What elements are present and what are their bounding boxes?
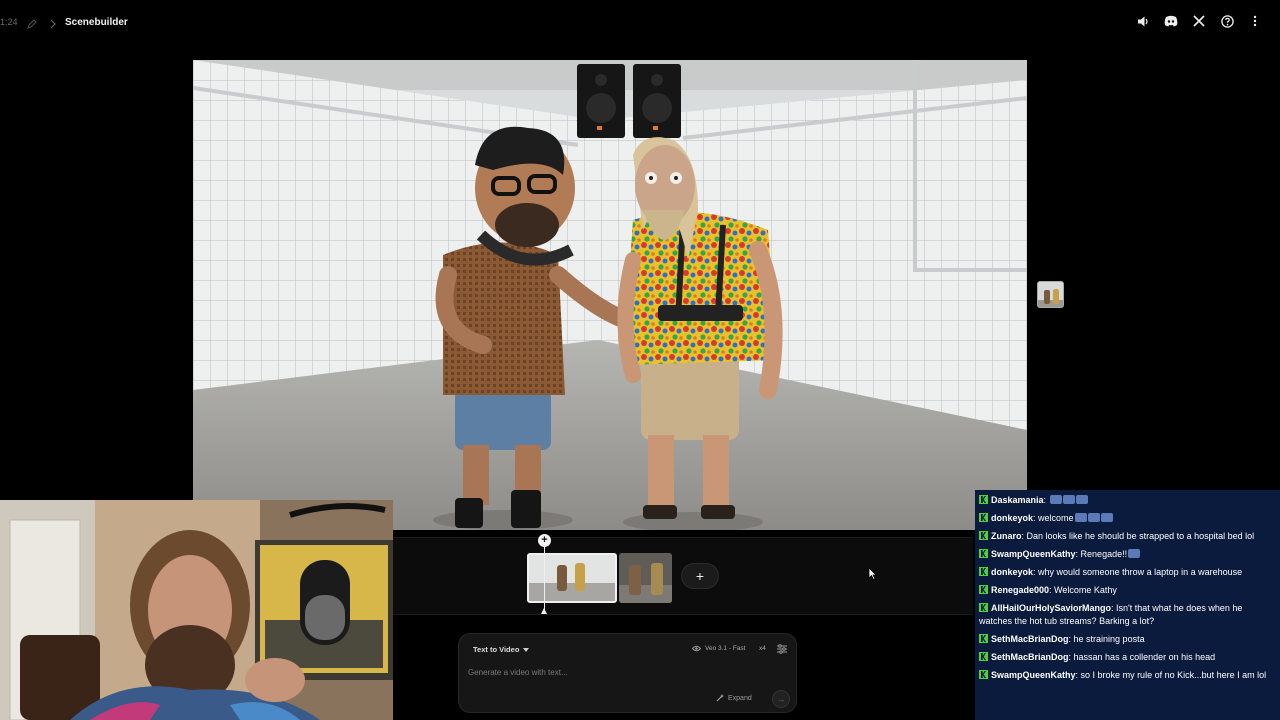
chat-username[interactable]: donkeyok: [991, 567, 1033, 577]
chat-message: SwampQueenKathy: Renegade!!: [979, 548, 1274, 561]
emote-icon: [1100, 513, 1113, 522]
chat-text: so I broke my rule of no Kick...but here…: [1080, 670, 1267, 680]
edit-pencil-icon[interactable]: [27, 16, 37, 29]
mode-dropdown[interactable]: Text to Video: [473, 645, 530, 654]
chat-text: why would someone throw a laptop in a wa…: [1038, 567, 1243, 577]
chat-message: Zunaro: Dan looks like he should be stra…: [979, 530, 1274, 543]
kick-badge-icon: [979, 652, 988, 661]
mouse-cursor-icon: [868, 567, 877, 580]
chat-text: welcome: [1038, 513, 1074, 523]
breadcrumb-time: 1:24: [0, 17, 18, 27]
settings-sliders-icon[interactable]: [777, 644, 787, 654]
expand-label: Expand: [728, 694, 752, 702]
chat-message: donkeyok: welcome: [979, 512, 1274, 525]
chat-message: SwampQueenKathy: so I broke my rule of n…: [979, 669, 1274, 682]
chat-message: Renegade000: Welcome Kathy: [979, 584, 1274, 597]
kick-badge-icon: [979, 567, 988, 576]
kick-badge-icon: [979, 603, 988, 612]
model-icon: [692, 645, 701, 652]
model-label: Veo 3.1 - Fast: [705, 645, 746, 652]
chat-message: AllHailOurHolySaviorMango: Isn't that wh…: [979, 602, 1274, 628]
mode-label: Text to Video: [473, 645, 520, 654]
emote-icon: [1049, 495, 1062, 504]
playhead-marker: [541, 608, 547, 614]
speaker-icon[interactable]: [1136, 14, 1150, 28]
chat-separator: :: [1043, 495, 1049, 505]
kick-badge-icon: [979, 549, 988, 558]
kick-badge-icon: [979, 513, 988, 522]
chat-message: donkeyok: why would someone throw a lapt…: [979, 566, 1274, 579]
timeline-clip-selected[interactable]: [527, 553, 617, 603]
chat-username[interactable]: SethMacBrianDog: [991, 634, 1069, 644]
chat-message-list: Daskamania: donkeyok: welcome Zunaro: Dan…: [979, 494, 1274, 682]
chat-username[interactable]: SethMacBrianDog: [991, 652, 1069, 662]
chat-message: SethMacBrianDog: hassan has a collender …: [979, 651, 1274, 664]
expand-button[interactable]: Expand: [716, 694, 752, 702]
x-icon[interactable]: [1192, 14, 1206, 28]
chat-text: he straining posta: [1073, 634, 1145, 644]
emote-icon: [1074, 513, 1087, 522]
playhead-add-button[interactable]: +: [538, 534, 551, 547]
more-icon[interactable]: [1248, 14, 1262, 28]
kick-badge-icon: [979, 585, 988, 594]
emote-icon: [1075, 495, 1088, 504]
chat-overlay: Daskamania: donkeyok: welcome Zunaro: Dan…: [975, 490, 1280, 720]
playhead-line[interactable]: [544, 544, 545, 612]
top-bar: 1:24 Scenebuilder: [0, 0, 1280, 44]
help-icon[interactable]: [1220, 14, 1234, 28]
chat-username[interactable]: SwampQueenKathy: [991, 549, 1076, 559]
scene-preview-image: [193, 60, 1027, 530]
webcam-feed: [0, 500, 393, 720]
emote-icon: [1062, 495, 1075, 504]
chat-text: Dan looks like he should be strapped to …: [1026, 531, 1255, 541]
chat-text: Renegade!!: [1080, 549, 1128, 559]
chat-username[interactable]: AllHailOurHolySaviorMango: [991, 603, 1111, 613]
chat-text: hassan has a collender on his head: [1073, 652, 1216, 662]
top-icon-group: [1136, 14, 1262, 28]
chat-text: Welcome Kathy: [1054, 585, 1117, 595]
output-count[interactable]: x4: [759, 645, 766, 652]
chat-username[interactable]: SwampQueenKathy: [991, 670, 1076, 680]
add-clip-button[interactable]: +: [681, 563, 719, 589]
send-button[interactable]: →: [772, 690, 790, 708]
discord-icon[interactable]: [1164, 14, 1178, 28]
chat-message: SethMacBrianDog: he straining posta: [979, 633, 1274, 646]
reference-image-thumbnail[interactable]: [1037, 281, 1064, 308]
chevron-down-icon: [523, 647, 530, 652]
timeline-clip[interactable]: [619, 553, 672, 603]
wand-icon: [716, 694, 724, 702]
app-title: Scenebuilder: [65, 17, 128, 28]
prompt-input[interactable]: [468, 665, 768, 679]
chat-username[interactable]: Renegade000: [991, 585, 1049, 595]
chat-username[interactable]: Daskamania: [991, 495, 1044, 505]
kick-badge-icon: [979, 634, 988, 643]
chat-username[interactable]: donkeyok: [991, 513, 1033, 523]
kick-badge-icon: [979, 670, 988, 679]
kick-badge-icon: [979, 531, 988, 540]
chevron-right-icon: [49, 16, 57, 29]
emote-icon: [1128, 549, 1141, 558]
chat-username[interactable]: Zunaro: [991, 531, 1022, 541]
chat-message: Daskamania:: [979, 494, 1274, 507]
prompt-panel: Text to Video Veo 3.1 - Fast x4 Expand →: [458, 633, 797, 713]
kick-badge-icon: [979, 495, 988, 504]
emote-icon: [1087, 513, 1100, 522]
model-selector[interactable]: Veo 3.1 - Fast: [692, 645, 745, 652]
timeline-track: + +: [393, 534, 973, 615]
